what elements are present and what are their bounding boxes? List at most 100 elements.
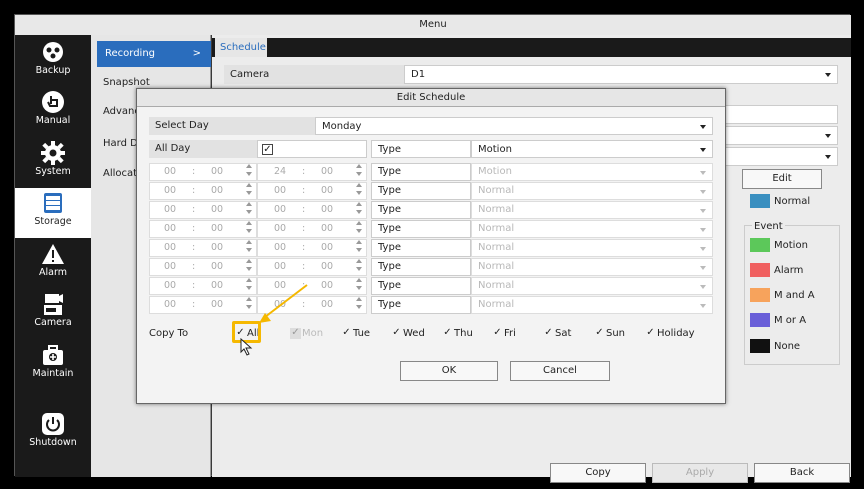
chevron-down-icon	[700, 266, 706, 270]
nav-label: Alarm	[39, 267, 67, 278]
back-button[interactable]: Back	[754, 463, 850, 483]
spinner-icon[interactable]	[356, 259, 362, 272]
row-type-value: Normal	[478, 242, 515, 253]
spinner-icon[interactable]	[356, 202, 362, 215]
copy-to-label-tue: Tue	[353, 328, 371, 339]
row-type-dropdown[interactable]: Normal	[471, 220, 713, 238]
copy-to-label-holiday: Holiday	[657, 328, 695, 339]
end-minute: 00	[321, 261, 334, 272]
ok-button[interactable]: OK	[400, 361, 498, 381]
row-type-dropdown[interactable]: Normal	[471, 277, 713, 295]
row-type-value: Normal	[478, 204, 515, 215]
end-time-field[interactable]: 24: 00	[257, 163, 367, 181]
tab-schedule[interactable]: Schedule	[215, 38, 267, 57]
nav-label: Manual	[35, 115, 71, 126]
spinner-icon[interactable]	[246, 278, 252, 291]
start-time-field[interactable]: 00: 00	[149, 201, 257, 219]
camera-select[interactable]: D1	[404, 65, 838, 84]
end-minute: 00	[321, 280, 334, 291]
spinner-icon[interactable]	[356, 278, 362, 291]
end-hour: 00	[274, 242, 287, 253]
end-minute: 00	[321, 299, 334, 310]
start-minute: 00	[211, 185, 224, 196]
nav-manual[interactable]: Manual	[15, 87, 91, 137]
legend-swatch-motion	[750, 238, 770, 252]
nav-system[interactable]: System	[15, 138, 91, 188]
spinner-icon[interactable]	[356, 240, 362, 253]
spinner-icon[interactable]	[246, 221, 252, 234]
apply-button[interactable]: Apply	[652, 463, 748, 483]
start-time-field[interactable]: 00: 00	[149, 220, 257, 238]
row-type-dropdown[interactable]: Motion	[471, 163, 713, 181]
start-time-field[interactable]: 00: 00	[149, 258, 257, 276]
start-time-field[interactable]: 00: 00	[149, 296, 257, 314]
spinner-icon[interactable]	[246, 202, 252, 215]
type-dropdown[interactable]: Motion	[471, 140, 713, 158]
time-separator: :	[302, 261, 306, 272]
start-time-field[interactable]: 00: 00	[149, 182, 257, 200]
spinner-icon[interactable]	[356, 183, 362, 196]
time-separator: :	[192, 280, 196, 291]
end-time-field[interactable]: 00: 00	[257, 239, 367, 257]
legend-title: Event	[752, 221, 785, 232]
nav-storage[interactable]: Storage	[15, 188, 91, 238]
spinner-icon[interactable]	[246, 164, 252, 177]
spinner-icon[interactable]	[246, 183, 252, 196]
cancel-button[interactable]: Cancel	[510, 361, 610, 381]
row-type-dropdown[interactable]: Normal	[471, 201, 713, 219]
spinner-icon[interactable]	[356, 164, 362, 177]
mouse-cursor-icon	[240, 338, 253, 356]
hidden-select-2[interactable]	[722, 147, 838, 166]
start-minute: 00	[211, 223, 224, 234]
submenu-item-recording[interactable]: Recording >	[97, 41, 211, 67]
nav-shutdown[interactable]: Shutdown	[15, 409, 91, 459]
all-day-checkbox[interactable]: ✓	[262, 144, 273, 155]
start-minute: 00	[211, 280, 224, 291]
end-time-field[interactable]: 00: 00	[257, 201, 367, 219]
time-separator: :	[192, 223, 196, 234]
spinner-icon[interactable]	[246, 297, 252, 310]
spinner-icon[interactable]	[356, 297, 362, 310]
row-type-label: Type	[371, 182, 471, 200]
row-type-value: Normal	[478, 280, 515, 291]
nav-camera[interactable]: Camera	[15, 289, 91, 339]
select-day-label: Select Day	[149, 117, 315, 135]
spinner-icon[interactable]	[356, 221, 362, 234]
start-minute: 00	[211, 261, 224, 272]
nav-maintain[interactable]: Maintain	[15, 340, 91, 390]
chevron-down-icon	[700, 247, 706, 251]
start-hour: 00	[164, 223, 177, 234]
copy-to-label-sun: Sun	[606, 328, 626, 339]
row-type-dropdown[interactable]: Normal	[471, 258, 713, 276]
end-time-field[interactable]: 00: 00	[257, 220, 367, 238]
end-time-field[interactable]: 00: 00	[257, 182, 367, 200]
chevron-right-icon: >	[192, 48, 201, 59]
row-type-label: Type	[371, 277, 471, 295]
spinner-icon[interactable]	[246, 240, 252, 253]
submenu-item-label: Hard D	[103, 138, 138, 149]
manual-icon	[42, 91, 64, 113]
nav-backup[interactable]: Backup	[15, 37, 91, 87]
start-time-field[interactable]: 00: 00	[149, 277, 257, 295]
start-time-field[interactable]: 00: 00	[149, 239, 257, 257]
copy-button[interactable]: Copy	[550, 463, 646, 483]
hidden-field-1[interactable]	[722, 105, 838, 124]
check-icon: ✓	[646, 327, 655, 338]
row-type-dropdown[interactable]: Normal	[471, 296, 713, 314]
edit-button[interactable]: Edit	[742, 169, 822, 189]
nav-alarm[interactable]: Alarm	[15, 239, 91, 289]
start-hour: 00	[164, 280, 177, 291]
select-day-dropdown[interactable]: Monday	[315, 117, 713, 135]
row-type-value: Normal	[478, 185, 515, 196]
start-hour: 00	[164, 299, 177, 310]
copy-to-label: Copy To	[149, 328, 189, 339]
hidden-select-1[interactable]	[722, 126, 838, 145]
row-type-dropdown[interactable]: Normal	[471, 239, 713, 257]
row-type-dropdown[interactable]: Normal	[471, 182, 713, 200]
type-label: Type	[371, 140, 471, 158]
start-time-field[interactable]: 00: 00	[149, 163, 257, 181]
end-hour: 00	[274, 223, 287, 234]
chevron-down-icon	[825, 155, 831, 159]
spinner-icon[interactable]	[246, 259, 252, 272]
end-time-field[interactable]: 00: 00	[257, 258, 367, 276]
